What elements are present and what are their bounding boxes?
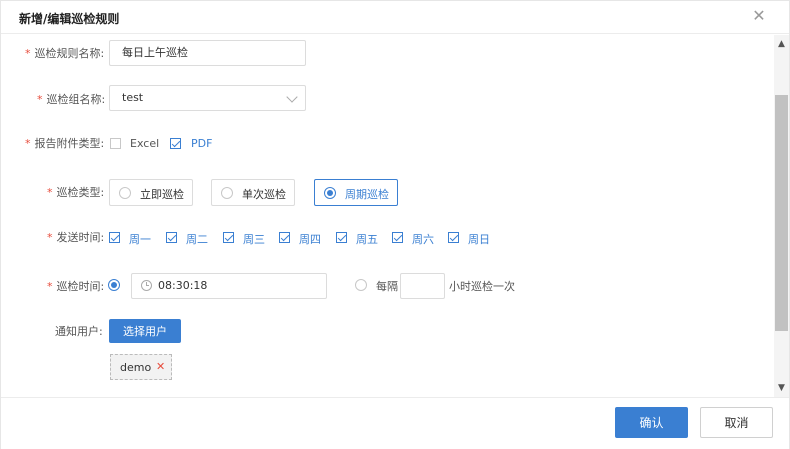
interval-radio[interactable] bbox=[355, 279, 367, 291]
excel-checkbox-label: Excel bbox=[130, 137, 160, 150]
sunday-checkbox[interactable] bbox=[448, 232, 459, 243]
radio-once[interactable]: 单次巡检 bbox=[211, 179, 295, 206]
radio-periodic-dot bbox=[324, 187, 336, 199]
friday-checkbox[interactable] bbox=[336, 232, 347, 243]
clock-icon bbox=[141, 280, 152, 291]
rule-name-label: * 巡检规则名称: bbox=[25, 47, 105, 60]
notify-users-label: 通知用户: bbox=[55, 325, 103, 338]
required-mark: * bbox=[25, 47, 31, 60]
scroll-down-arrow-icon[interactable]: ▼ bbox=[774, 381, 789, 395]
chevron-down-icon bbox=[286, 91, 298, 103]
radio-once-label: 单次巡检 bbox=[242, 188, 286, 201]
dialog-body: * 巡检规则名称: 每日上午巡检 * 巡检组名称: test * 报告附件类型: Ex… bbox=[1, 35, 773, 397]
cancel-button[interactable]: 取消 bbox=[700, 407, 773, 438]
group-name-select[interactable]: test bbox=[109, 85, 306, 111]
radio-immediate-dot bbox=[119, 187, 131, 199]
radio-once-dot bbox=[221, 187, 233, 199]
pdf-checkbox-label: PDF bbox=[191, 137, 213, 150]
scroll-up-arrow-icon[interactable]: ▲ bbox=[774, 37, 789, 51]
dialog-footer: 确认 取消 bbox=[1, 397, 789, 449]
radio-immediate-label: 立即巡检 bbox=[140, 188, 184, 201]
interval-hours-input[interactable] bbox=[400, 273, 445, 299]
rule-name-input[interactable]: 每日上午巡检 bbox=[109, 40, 306, 66]
friday-label: 周五 bbox=[356, 233, 378, 246]
fixed-time-radio[interactable] bbox=[108, 279, 120, 291]
every-label: 每隔 bbox=[376, 280, 398, 293]
confirm-button[interactable]: 确认 bbox=[615, 407, 688, 438]
sunday-label: 周日 bbox=[468, 233, 490, 246]
user-tag-label: demo bbox=[120, 361, 152, 374]
remove-tag-icon[interactable]: ✕ bbox=[156, 360, 165, 373]
close-icon[interactable]: ✕ bbox=[751, 7, 767, 25]
radio-immediate[interactable]: 立即巡检 bbox=[109, 179, 193, 206]
radio-periodic[interactable]: 周期巡检 bbox=[314, 179, 398, 206]
tuesday-checkbox[interactable] bbox=[166, 232, 177, 243]
attachment-type-label: * 报告附件类型: bbox=[25, 137, 105, 150]
excel-checkbox[interactable] bbox=[110, 138, 121, 149]
inspection-type-label: * 巡检类型: bbox=[47, 186, 105, 199]
thursday-label: 周四 bbox=[299, 233, 321, 246]
time-picker-input[interactable]: 08:30:18 bbox=[131, 273, 327, 299]
saturday-label: 周六 bbox=[412, 233, 434, 246]
scrollbar-thumb[interactable] bbox=[775, 95, 788, 331]
thursday-checkbox[interactable] bbox=[279, 232, 290, 243]
group-name-label: * 巡检组名称: bbox=[37, 93, 106, 106]
send-time-label: * 发送时间: bbox=[47, 231, 105, 244]
dialog-title: 新增/编辑巡检规则 bbox=[19, 12, 120, 26]
saturday-checkbox[interactable] bbox=[392, 232, 403, 243]
monday-label: 周一 bbox=[129, 233, 151, 246]
dialog-header: 新增/编辑巡检规则 ✕ bbox=[1, 1, 789, 34]
edit-inspection-rule-dialog: 新增/编辑巡检规则 ✕ * 巡检规则名称: 每日上午巡检 * 巡检组名称: test… bbox=[0, 0, 790, 449]
wednesday-checkbox[interactable] bbox=[223, 232, 234, 243]
radio-periodic-label: 周期巡检 bbox=[345, 188, 389, 201]
interval-suffix-label: 小时巡检一次 bbox=[449, 280, 515, 293]
user-tag: demo ✕ bbox=[110, 354, 172, 380]
inspection-time-label: * 巡检时间: bbox=[47, 280, 105, 293]
select-users-button[interactable]: 选择用户 bbox=[109, 319, 181, 343]
tuesday-label: 周二 bbox=[186, 233, 208, 246]
monday-checkbox[interactable] bbox=[109, 232, 120, 243]
pdf-checkbox[interactable] bbox=[170, 138, 181, 149]
wednesday-label: 周三 bbox=[243, 233, 265, 246]
vertical-scrollbar[interactable]: ▲ ▼ bbox=[774, 35, 789, 397]
